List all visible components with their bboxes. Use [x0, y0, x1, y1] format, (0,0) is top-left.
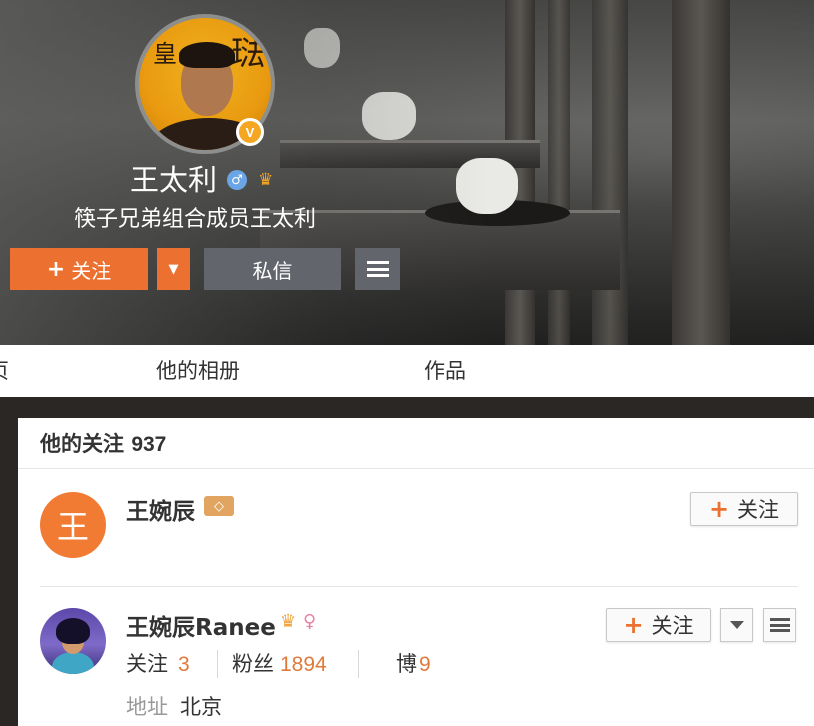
following-panel: 他的关注 937 王 王婉辰 ◇ + 关注 王婉辰Ranee ♛ ♀ + 关注 …	[18, 418, 814, 726]
avatar-glyph: 琺	[231, 34, 265, 74]
plus-icon: +	[708, 495, 730, 523]
location-value: 北京	[180, 695, 222, 719]
more-menu-button[interactable]	[355, 248, 400, 290]
verified-icon: V	[236, 118, 264, 146]
cover-overlay	[0, 0, 814, 345]
following-count: 937	[131, 433, 167, 456]
follow-dropdown-button[interactable]	[720, 608, 753, 642]
tab-home[interactable]: 页	[0, 355, 9, 385]
crown-icon[interactable]: ♛	[258, 170, 280, 190]
profile-cover	[0, 0, 814, 345]
diamond-icon[interactable]: ◇	[204, 496, 234, 516]
plus-icon: +	[623, 611, 644, 639]
male-icon: ♂	[227, 170, 247, 190]
follow-button[interactable]: + 关注	[10, 248, 148, 290]
profile-tabs: 页 他的相册 作品	[0, 345, 814, 397]
chevron-down-icon: ▼	[168, 261, 179, 277]
female-icon: ♀	[303, 611, 317, 632]
stat-value: 9	[419, 653, 431, 676]
stat-label: 关注	[126, 652, 168, 676]
avatar-glyph: 皇	[153, 40, 177, 68]
stat-value: 1894	[280, 653, 327, 676]
stat-fans[interactable]: 粉丝 1894	[232, 648, 327, 678]
stat-label: 粉丝	[232, 652, 274, 676]
user-avatar[interactable]	[40, 608, 106, 674]
chevron-down-icon	[729, 621, 744, 629]
avatar-figure	[52, 652, 94, 674]
menu-icon	[769, 618, 790, 632]
avatar-figure	[179, 42, 235, 68]
crown-icon[interactable]: ♛	[280, 611, 296, 632]
profile-name: 王太利	[130, 163, 218, 197]
user-name[interactable]: 王婉辰Ranee	[126, 608, 276, 642]
more-menu-button[interactable]	[763, 608, 796, 642]
plus-icon: +	[46, 256, 66, 282]
stat-label: 博	[396, 652, 417, 676]
follow-user-label: 关注	[737, 498, 780, 522]
user-avatar[interactable]: 王	[40, 492, 106, 558]
stat-following[interactable]: 关注 3	[126, 648, 190, 678]
tab-albums[interactable]: 他的相册	[156, 355, 240, 385]
divider	[18, 468, 814, 469]
follow-dropdown-button[interactable]: ▼	[157, 248, 190, 290]
avatar-figure	[56, 618, 90, 644]
follow-user-button[interactable]: + 关注	[606, 608, 711, 642]
follow-user-button[interactable]: + 关注	[690, 492, 798, 526]
panel-title: 他的关注 937	[40, 428, 166, 458]
location-label: 地址	[126, 695, 168, 719]
user-name[interactable]: 王婉辰	[126, 492, 195, 526]
profile-description: 筷子兄弟组合成员王太利	[74, 207, 317, 232]
menu-icon	[366, 261, 389, 277]
divider	[40, 586, 798, 587]
panel-title-text: 他的关注	[40, 432, 124, 456]
divider	[358, 650, 359, 678]
follow-user-label: 关注	[651, 614, 694, 638]
message-button-label: 私信	[252, 258, 293, 283]
follow-button-label: 关注	[71, 258, 112, 283]
tab-works[interactable]: 作品	[424, 355, 466, 385]
stat-value: 3	[178, 653, 190, 676]
stat-posts[interactable]: 博9	[396, 648, 431, 678]
divider	[217, 650, 218, 678]
message-button[interactable]: 私信	[204, 248, 341, 290]
